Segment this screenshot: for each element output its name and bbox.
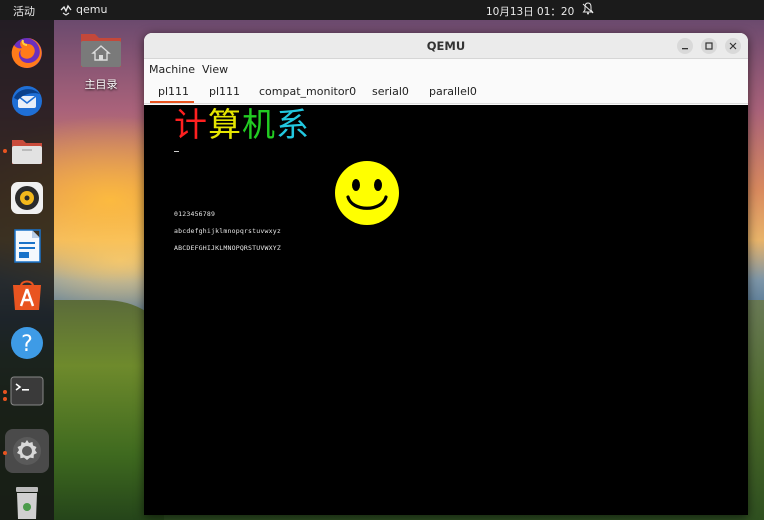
running-indicator xyxy=(3,390,7,394)
close-icon xyxy=(729,42,737,50)
wallpaper-hill-right xyxy=(746,300,764,520)
menu-view[interactable]: View xyxy=(202,63,228,76)
notification-bell-icon[interactable] xyxy=(582,2,594,18)
active-tab-indicator xyxy=(150,101,194,103)
uppercase-line: ABCDEFGHIJKLMNOPQRSTUVWXYZ xyxy=(174,244,281,252)
home-folder-icon[interactable] xyxy=(80,30,122,68)
close-button[interactable] xyxy=(725,38,741,54)
hanzi-char-3: 机 xyxy=(242,105,275,144)
digits-line: 0123456789 xyxy=(174,210,216,218)
app-menu-label: qemu xyxy=(76,3,108,16)
firefox-icon[interactable] xyxy=(9,35,45,71)
smiley-face-icon xyxy=(335,161,399,225)
tab-pl111-1[interactable]: pl111 xyxy=(158,85,189,98)
menu-machine[interactable]: Machine xyxy=(149,63,195,76)
app-center-icon[interactable] xyxy=(9,276,45,312)
files-icon[interactable] xyxy=(9,133,45,169)
hanzi-char-4: 系 xyxy=(276,105,309,144)
window-titlebar[interactable]: QEMU xyxy=(144,33,748,59)
clock[interactable]: 10月13日 01：20 xyxy=(486,4,574,19)
thunderbird-icon[interactable] xyxy=(9,83,45,119)
tab-pl111-2[interactable]: pl111 xyxy=(209,85,240,98)
tab-compat-monitor0[interactable]: compat_monitor0 xyxy=(259,85,356,98)
app-menu[interactable]: qemu xyxy=(60,3,107,16)
settings-icon[interactable] xyxy=(5,429,49,473)
maximize-icon xyxy=(705,42,713,50)
help-icon[interactable]: ? xyxy=(9,325,45,361)
running-indicator xyxy=(3,397,7,401)
terminal-icon[interactable] xyxy=(9,373,45,409)
vm-display[interactable]: 计 算 机 系 0123456789 abcdefghijklmnopqrstu… xyxy=(144,105,748,515)
lowercase-line: abcdefghijklmnopqrstuvwxyz xyxy=(174,227,281,235)
minimize-button[interactable] xyxy=(677,38,693,54)
minimize-icon xyxy=(682,48,688,50)
activities-button[interactable]: 活动 xyxy=(13,3,35,19)
top-bar: 活动 qemu 10月13日 01：20 xyxy=(0,0,764,20)
text-cursor xyxy=(174,151,179,152)
tab-parallel0[interactable]: parallel0 xyxy=(429,85,477,98)
libreoffice-writer-icon[interactable] xyxy=(9,228,45,264)
qemu-app-icon xyxy=(60,4,72,16)
hanzi-char-1: 计 xyxy=(174,105,207,144)
tab-serial0[interactable]: serial0 xyxy=(372,85,409,98)
trash-icon[interactable] xyxy=(9,484,45,520)
running-indicator xyxy=(3,451,7,455)
rhythmbox-icon[interactable] xyxy=(9,180,45,216)
window-title: QEMU xyxy=(426,39,466,53)
qemu-window: QEMU Machine View pl111 pl111 compat_mon… xyxy=(144,33,748,515)
tab-bar: pl111 pl111 compat_monitor0 serial0 para… xyxy=(144,80,748,104)
svg-text:?: ? xyxy=(21,332,33,357)
dock: ? xyxy=(0,20,54,520)
running-indicator xyxy=(3,149,7,153)
hanzi-char-2: 算 xyxy=(208,105,241,144)
home-folder-label[interactable]: 主目录 xyxy=(72,76,130,92)
menu-bar: Machine View xyxy=(144,60,748,80)
maximize-button[interactable] xyxy=(701,38,717,54)
